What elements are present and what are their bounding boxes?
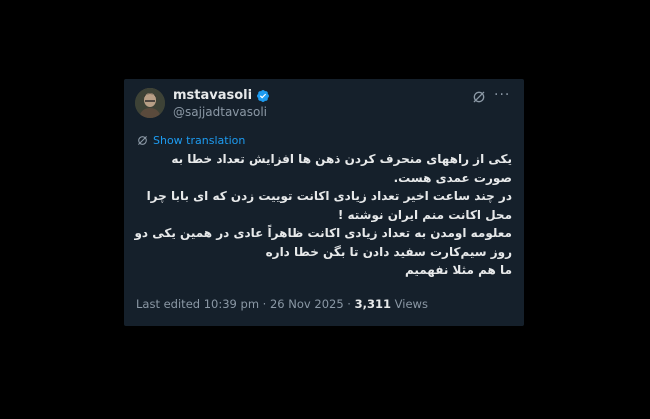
grok-icon[interactable]	[471, 89, 487, 105]
author-name-row: mstavasoli	[173, 88, 270, 103]
show-translation-button[interactable]: Show translation	[136, 134, 245, 147]
views-label: Views	[391, 297, 428, 311]
tweet-meta: Last edited 10:39 pm · 26 Nov 2025 · 3,3…	[136, 297, 428, 311]
views-count: 3,311	[354, 297, 391, 311]
translate-icon	[138, 136, 147, 145]
author-display-name[interactable]: mstavasoli	[173, 88, 252, 103]
show-translation-label: Show translation	[153, 134, 246, 147]
tweet-paragraph: در چند ساعت اخیر تعداد زیادی اکانت توییت…	[146, 189, 512, 222]
tweet-card: mstavasoli @sajjadtavasoli ··· Show tran…	[124, 79, 524, 326]
verified-badge-icon[interactable]	[256, 89, 270, 103]
avatar-photo-icon	[135, 88, 165, 118]
tweet-paragraph: ما هم مثلا نفهمیم	[404, 263, 512, 277]
tweet-text: یکی از راههای منحرف کردن ذهن ها افزایش ت…	[132, 150, 512, 280]
author-handle[interactable]: @sajjadtavasoli	[173, 105, 267, 119]
avatar[interactable]	[135, 88, 165, 118]
last-edited-timestamp[interactable]: Last edited 10:39 pm · 26 Nov 2025 ·	[136, 297, 355, 311]
tweet-paragraph: معلومه اومدن به تعداد زیادی اکانت ظاهراً…	[134, 226, 512, 259]
tweet-paragraph: یکی از راههای منحرف کردن ذهن ها افزایش ت…	[171, 152, 512, 185]
more-icon[interactable]: ···	[494, 88, 510, 102]
